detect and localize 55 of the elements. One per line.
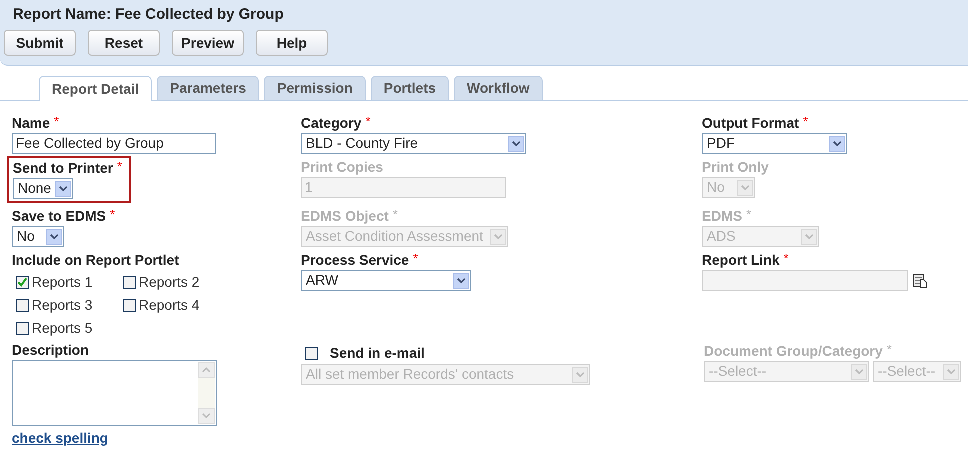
required-mark: * xyxy=(886,343,892,357)
text-field[interactable]: Fee Collected by Group xyxy=(12,133,216,154)
required-mark: * xyxy=(366,115,371,129)
tab[interactable]: Permission xyxy=(264,76,366,100)
required-mark: * xyxy=(413,252,418,266)
required-mark: * xyxy=(117,160,122,174)
checkbox[interactable] xyxy=(16,322,29,334)
required-mark: * xyxy=(784,252,789,266)
dropdown[interactable]: PDF xyxy=(702,133,847,154)
checkbox-label: Reports 4 xyxy=(139,296,200,314)
tab[interactable]: Portlets xyxy=(370,76,450,100)
toolbar-button[interactable]: Preview xyxy=(172,30,244,56)
tab[interactable]: Parameters xyxy=(157,76,260,100)
required-mark: * xyxy=(54,115,60,129)
field-label: EDMS xyxy=(702,208,742,224)
checkbox[interactable] xyxy=(16,298,29,312)
dropdown[interactable]: ARW xyxy=(301,270,471,291)
field-label: Process Service xyxy=(301,252,410,268)
tab[interactable]: Workflow xyxy=(454,76,543,100)
field-label: Print Copies xyxy=(301,159,384,175)
description-textarea[interactable] xyxy=(12,360,217,426)
field-label: Include on Report Portlet xyxy=(12,252,180,268)
link-field[interactable] xyxy=(702,270,908,291)
toolbar-button[interactable]: Reset xyxy=(88,30,160,56)
field-label: Send to Printer xyxy=(13,160,114,176)
dropdown[interactable]: None xyxy=(13,178,73,199)
checkbox[interactable] xyxy=(123,276,136,288)
field-label: EDMS Object xyxy=(301,208,389,224)
field-label: Category xyxy=(301,115,362,131)
checkbox-label: Reports 2 xyxy=(139,273,200,291)
field-label: Save to EDMS xyxy=(12,208,106,224)
checkbox-label: Reports 3 xyxy=(32,296,93,314)
dropdown[interactable]: No xyxy=(12,226,64,247)
checkbox[interactable] xyxy=(16,276,29,288)
field-label: Name xyxy=(12,115,50,131)
report-title: Report Name: Fee Collected by Group xyxy=(12,6,285,24)
check-spelling-link[interactable]: check spelling xyxy=(12,430,108,446)
tab[interactable]: Report Detail xyxy=(39,76,152,101)
checkbox[interactable] xyxy=(123,298,136,312)
field-label: Output Format xyxy=(702,115,800,131)
field-label: Description xyxy=(12,342,90,358)
dropdown[interactable]: BLD - County Fire xyxy=(301,133,526,154)
toolbar-button[interactable]: Help xyxy=(256,30,328,56)
field-label: Send in e-mail xyxy=(330,345,425,361)
required-mark: * xyxy=(746,208,752,222)
field-label: Document Group/Category xyxy=(704,343,883,359)
toolbar-button[interactable]: Submit xyxy=(4,30,76,56)
required-mark: * xyxy=(110,208,116,222)
field-label: Print Only xyxy=(702,159,769,175)
checkbox-label: Reports 1 xyxy=(32,273,93,291)
required-mark: * xyxy=(803,115,808,129)
checkbox-label: Reports 5 xyxy=(32,319,93,337)
lookup-icon[interactable] xyxy=(912,272,928,288)
required-mark: * xyxy=(392,208,398,222)
field-label: Report Link xyxy=(702,252,780,268)
